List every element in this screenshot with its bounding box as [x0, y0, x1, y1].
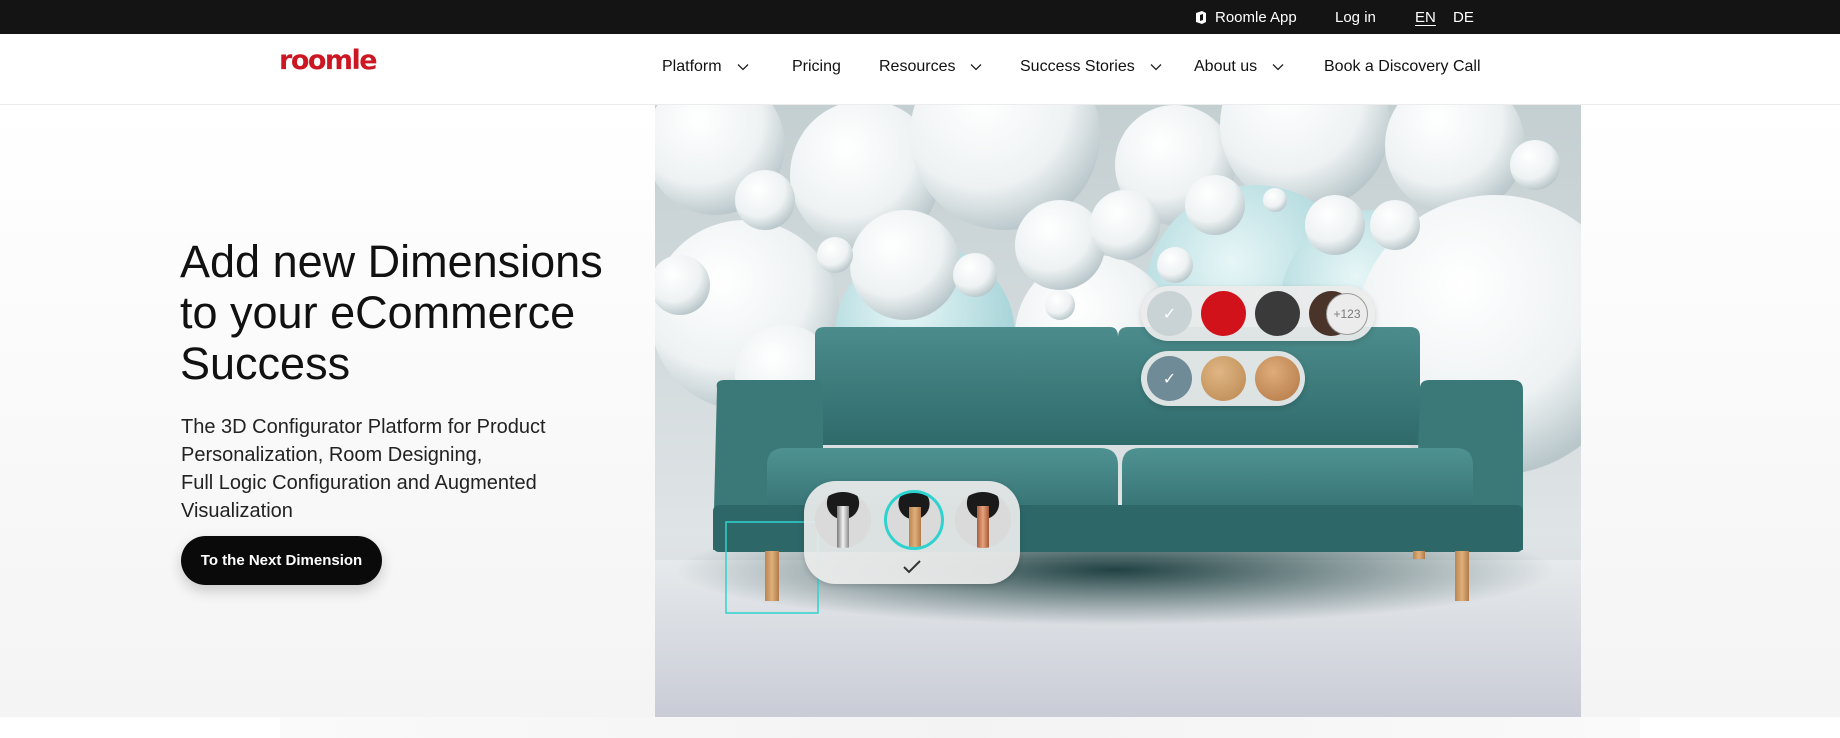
nav-item-label: Pricing	[792, 58, 841, 75]
language-de-link[interactable]: DE	[1453, 9, 1474, 26]
chevron-down-icon	[971, 64, 982, 71]
nav-item-label: Resources	[879, 58, 956, 75]
section-divider-shape	[280, 717, 1640, 738]
leg-material-oak[interactable]	[1201, 356, 1246, 401]
language-en-link[interactable]: EN	[1415, 9, 1436, 26]
nav-item-success-stories[interactable]: Success Stories	[1020, 58, 1162, 76]
check-icon: ✓	[1162, 370, 1177, 388]
leg-style-picker	[804, 481, 1020, 584]
leg-style-chrome[interactable]	[815, 492, 871, 548]
hero-subheadline: The 3D Configurator Platform for Product…	[181, 413, 651, 525]
nav-item-label: Platform	[662, 58, 722, 75]
leg-material-walnut[interactable]	[1255, 356, 1300, 401]
nav-item-book-discovery-call[interactable]: Book a Discovery Call	[1324, 58, 1481, 76]
hero-subline-2: Personalization, Room Designing,	[181, 444, 483, 466]
leg-material-selected[interactable]: ✓	[1147, 356, 1192, 401]
check-icon: ✓	[1162, 305, 1177, 323]
leg-style-wood-selected[interactable]	[884, 490, 944, 550]
nav-item-platform[interactable]: Platform	[662, 58, 749, 76]
chevron-down-icon	[1150, 64, 1162, 71]
more-colors-button[interactable]: +123	[1326, 293, 1368, 335]
chevron-down-icon	[1272, 64, 1284, 71]
fabric-color-picker: ✓ +123	[1141, 286, 1375, 341]
nav-item-resources[interactable]: Resources	[879, 58, 982, 76]
nav-item-label: About us	[1194, 58, 1258, 75]
top-bar: Roomle App Log in EN DE	[0, 0, 1840, 34]
fabric-swatch-charcoal[interactable]	[1255, 291, 1300, 336]
main-navigation: roomle Platform Pricing Resources Succes…	[0, 34, 1840, 105]
fabric-swatch-selected[interactable]: ✓	[1147, 291, 1192, 336]
check-icon	[903, 560, 921, 574]
roomle-logo[interactable]: roomle	[279, 45, 378, 76]
leg-material-picker: ✓	[1141, 351, 1305, 406]
nav-item-label: Success Stories	[1020, 58, 1135, 75]
roomle-app-link[interactable]: Roomle App	[1194, 9, 1297, 26]
hero-subline-1: The 3D Configurator Platform for Product	[181, 416, 546, 438]
hero-product-image: ✓ +123 ✓	[655, 105, 1581, 717]
roomle-app-label: Roomle App	[1215, 9, 1297, 26]
login-link[interactable]: Log in	[1335, 9, 1376, 26]
hero-headline: Add new Dimensions to your eCommerce Suc…	[180, 236, 603, 389]
chevron-down-icon	[737, 64, 749, 71]
nav-item-pricing[interactable]: Pricing	[792, 58, 841, 76]
hero-subline-3: Full Logic Configuration and Augmented V…	[181, 472, 537, 522]
sofa-scene-illustration	[655, 105, 1581, 717]
leg-style-copper[interactable]	[955, 492, 1011, 548]
next-section-edge	[0, 717, 1840, 738]
roomle-app-icon	[1196, 11, 1206, 24]
nav-item-about-us[interactable]: About us	[1194, 58, 1284, 76]
nav-item-label: Book a Discovery Call	[1324, 58, 1481, 75]
fabric-swatch-red[interactable]	[1201, 291, 1246, 336]
cta-next-dimension-button[interactable]: To the Next Dimension	[181, 536, 382, 585]
